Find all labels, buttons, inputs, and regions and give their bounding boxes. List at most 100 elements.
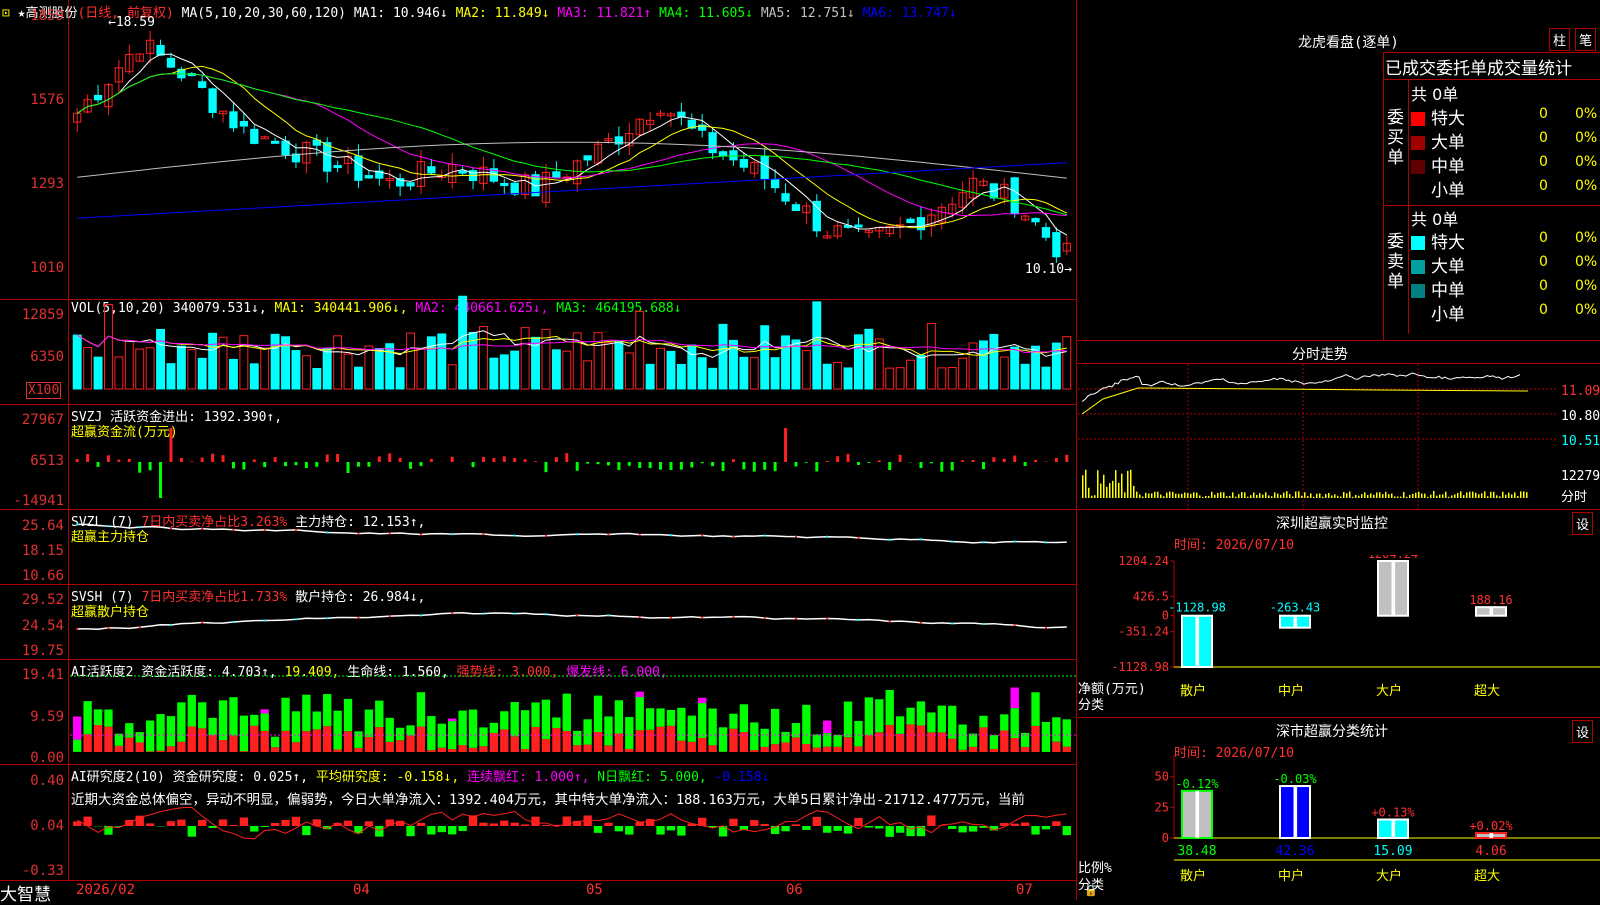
active-bar-magenta xyxy=(73,717,81,740)
y-tick-label: 0 xyxy=(1162,831,1169,845)
y-tick-label: 1204.24 xyxy=(1118,555,1169,568)
intraday-volume-bar xyxy=(1496,495,1498,498)
intraday-volume-bar xyxy=(1163,496,1165,498)
candle xyxy=(771,179,778,187)
candle xyxy=(782,194,789,201)
active-bar-green xyxy=(250,715,258,726)
active-bar-red xyxy=(698,738,706,752)
category-label: 超大 xyxy=(1474,684,1500,699)
intraday-volume-bar xyxy=(1412,494,1414,498)
active-bar-red xyxy=(708,745,716,752)
intraday-volume-bar xyxy=(1337,496,1339,498)
active-bar-red xyxy=(656,727,664,752)
volume-ma-line xyxy=(77,335,1067,353)
intraday-volume-bar xyxy=(1445,492,1447,498)
order-pct: 0% xyxy=(1575,154,1597,170)
order-type: 小单 xyxy=(1431,305,1465,325)
intraday-volume-bar xyxy=(1328,493,1330,498)
intraday-volume-bar xyxy=(1508,493,1510,498)
intraday-volume-bar xyxy=(1226,496,1228,498)
hold-tick xyxy=(732,536,734,538)
main-chart-area[interactable]: ⊡ ★高测股份(日线, 前复权) MA(5,10,20,30,60,120) M… xyxy=(0,0,1077,900)
research-bar xyxy=(406,826,414,836)
volume-bar xyxy=(792,340,800,389)
order-count: 0 xyxy=(1539,302,1548,318)
volume-bar xyxy=(938,368,946,389)
research-bar xyxy=(188,826,196,837)
ai-research-bars xyxy=(73,815,1071,837)
research-bar xyxy=(1042,826,1050,829)
classify-settings-button[interactable]: 设 xyxy=(1572,720,1593,743)
volume-bar xyxy=(563,351,571,389)
order-row: 中单00% xyxy=(1411,152,1600,174)
intraday-volume-bar xyxy=(1325,494,1327,498)
flow-bar xyxy=(451,457,454,462)
hold-tick xyxy=(920,538,922,540)
research-bar xyxy=(229,825,237,826)
hold-tick xyxy=(795,618,797,620)
order-type: 特大 xyxy=(1431,109,1465,129)
research-bar xyxy=(823,826,831,833)
active-bar-green xyxy=(813,734,821,747)
divider xyxy=(1383,79,1600,80)
volume-bar xyxy=(177,346,185,389)
monitor-settings-button[interactable]: 设 xyxy=(1572,512,1593,535)
bar-highlight xyxy=(1490,607,1494,616)
active-bar-red xyxy=(208,735,216,752)
intraday-volume-bar xyxy=(1109,483,1111,498)
chart-canvas[interactable] xyxy=(0,0,1077,880)
intraday-volume-bar xyxy=(1190,494,1192,498)
flow-bar xyxy=(690,462,693,467)
intraday-chart[interactable] xyxy=(1078,364,1558,509)
divider xyxy=(1078,717,1600,718)
active-bar-red xyxy=(375,727,383,752)
active-bar-green xyxy=(719,727,727,751)
research-bar xyxy=(302,826,310,835)
active-bar-red xyxy=(552,728,560,752)
hold-tick xyxy=(545,613,547,615)
active-bar-red xyxy=(625,749,633,752)
candle xyxy=(740,159,747,167)
volume-bar xyxy=(605,343,613,389)
pillar-tab[interactable]: 柱 xyxy=(1549,28,1570,51)
active-bar-green xyxy=(83,701,91,734)
active-bar-red xyxy=(563,731,571,752)
volume-bar xyxy=(136,349,144,389)
classify-title: 深市超赢分类统计 xyxy=(1276,721,1388,741)
active-bar-green xyxy=(636,697,644,730)
candle xyxy=(334,166,341,168)
intraday-volume-bar xyxy=(1517,496,1519,498)
active-bar-red xyxy=(583,745,591,752)
active-bar-green xyxy=(1063,719,1071,746)
active-bar-magenta xyxy=(448,719,456,722)
legend-swatch xyxy=(1411,236,1425,250)
flow-bar xyxy=(409,462,412,469)
pen-tab[interactable]: 笔 xyxy=(1575,28,1596,51)
candle xyxy=(1053,233,1060,257)
volume-bar xyxy=(552,350,560,389)
active-bar-green xyxy=(1000,714,1008,730)
active-bar-green xyxy=(771,709,779,744)
active-bar-red xyxy=(302,731,310,752)
active-bar-green xyxy=(646,708,654,730)
intraday-volume-bar xyxy=(1364,492,1366,498)
candle xyxy=(709,133,716,153)
hold-tick xyxy=(670,617,672,619)
volume-bar xyxy=(500,355,508,389)
monitor-chart: 1204.24426.50-351.24-1128.98-1128.98散户-2… xyxy=(1078,555,1600,715)
volume-bar xyxy=(375,349,383,389)
flow-bar xyxy=(388,453,391,462)
hold-tick xyxy=(514,535,516,537)
active-bar-red xyxy=(219,740,227,752)
volume-bar xyxy=(302,356,310,389)
intraday-price-low: 10.51 xyxy=(1561,434,1600,449)
hold-tick xyxy=(76,628,78,630)
right-sidebar: 龙虎看盘(逐单) 柱 笔 已成交委托单成交量统计 委买单 委卖单 共 0单 共 … xyxy=(1078,0,1600,900)
intraday-volume-bar xyxy=(1301,496,1303,498)
candle xyxy=(167,58,174,67)
flow-bar xyxy=(555,457,558,462)
candle xyxy=(240,121,247,126)
intraday-volume-bar xyxy=(1406,497,1408,498)
active-bar-red xyxy=(750,750,758,752)
flow-bar xyxy=(940,462,943,472)
